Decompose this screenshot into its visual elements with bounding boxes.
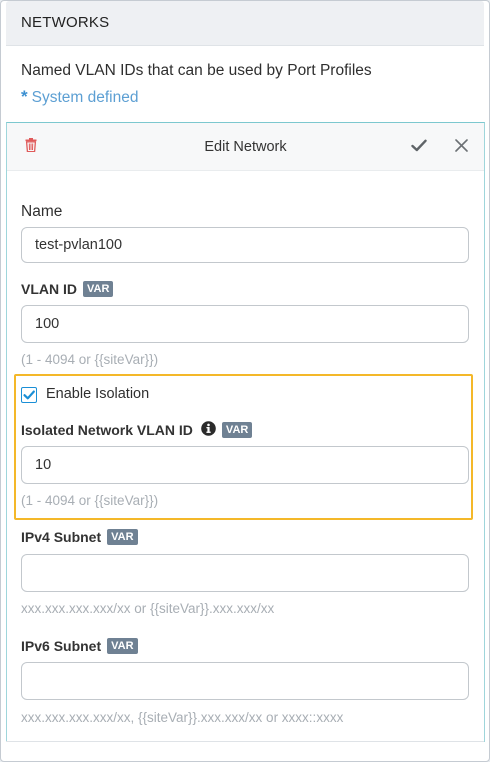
vlan-id-label-text: VLAN ID	[21, 281, 77, 297]
panel-header: NETWORKS	[6, 1, 484, 46]
ipv4-subnet-input[interactable]	[21, 554, 469, 592]
edit-network-header: Edit Network	[7, 123, 484, 171]
ipv6-subnet-label: IPv6 Subnet VAR	[21, 638, 138, 654]
isolated-vlan-var-badge: VAR	[221, 422, 253, 438]
ipv6-subnet-label-text: IPv6 Subnet	[21, 638, 102, 654]
checkmark-icon[interactable]	[411, 139, 427, 157]
enable-isolation-checkbox[interactable]	[21, 387, 37, 403]
vlan-id-hint: (1 - 4094 or {{siteVar}})	[21, 352, 159, 367]
panel-footer-divider	[6, 741, 484, 761]
vlan-id-var-badge: VAR	[83, 281, 114, 297]
vlan-id-input[interactable]	[21, 305, 469, 343]
ipv4-subnet-label: IPv4 Subnet VAR	[21, 529, 138, 545]
name-label: Name	[21, 203, 63, 220]
ipv6-var-badge: VAR	[107, 638, 138, 654]
name-input[interactable]	[21, 227, 469, 263]
system-defined-label: System defined	[31, 89, 139, 106]
edit-network-card: Edit Network Name VLAN ID VAR (1 - 4094 …	[6, 122, 485, 742]
isolated-vlan-input[interactable]	[21, 446, 469, 484]
networks-panel: NETWORKS Named VLAN IDs that can be used…	[0, 0, 490, 762]
isolated-vlan-hint: (1 - 4094 or {{siteVar}})	[21, 493, 159, 508]
panel-title: NETWORKS	[21, 14, 110, 31]
vlan-id-label: VLAN ID VAR	[21, 281, 114, 297]
enable-isolation-label[interactable]: Enable Isolation	[46, 386, 149, 402]
system-defined-star: *	[21, 87, 28, 106]
networks-description: Named VLAN IDs that can be used by Port …	[21, 62, 372, 79]
ipv6-subnet-input[interactable]	[21, 662, 469, 700]
ipv4-var-badge: VAR	[107, 529, 138, 545]
ipv4-subnet-hint: xxx.xxx.xxx.xxx/xx or {{siteVar}}.xxx.xx…	[21, 601, 275, 616]
isolated-vlan-label: Isolated Network VLAN ID VAR	[21, 421, 253, 439]
system-defined-legend: * System defined	[21, 87, 138, 107]
checkbox-check-icon	[23, 390, 35, 400]
close-icon[interactable]	[455, 139, 468, 157]
ipv6-subnet-hint: xxx.xxx.xxx.xxx/xx, {{siteVar}}.xxx.xxx/…	[21, 710, 344, 725]
info-icon[interactable]	[201, 421, 216, 439]
isolated-vlan-label-text: Isolated Network VLAN ID	[21, 422, 193, 438]
ipv4-subnet-label-text: IPv4 Subnet	[21, 529, 102, 545]
